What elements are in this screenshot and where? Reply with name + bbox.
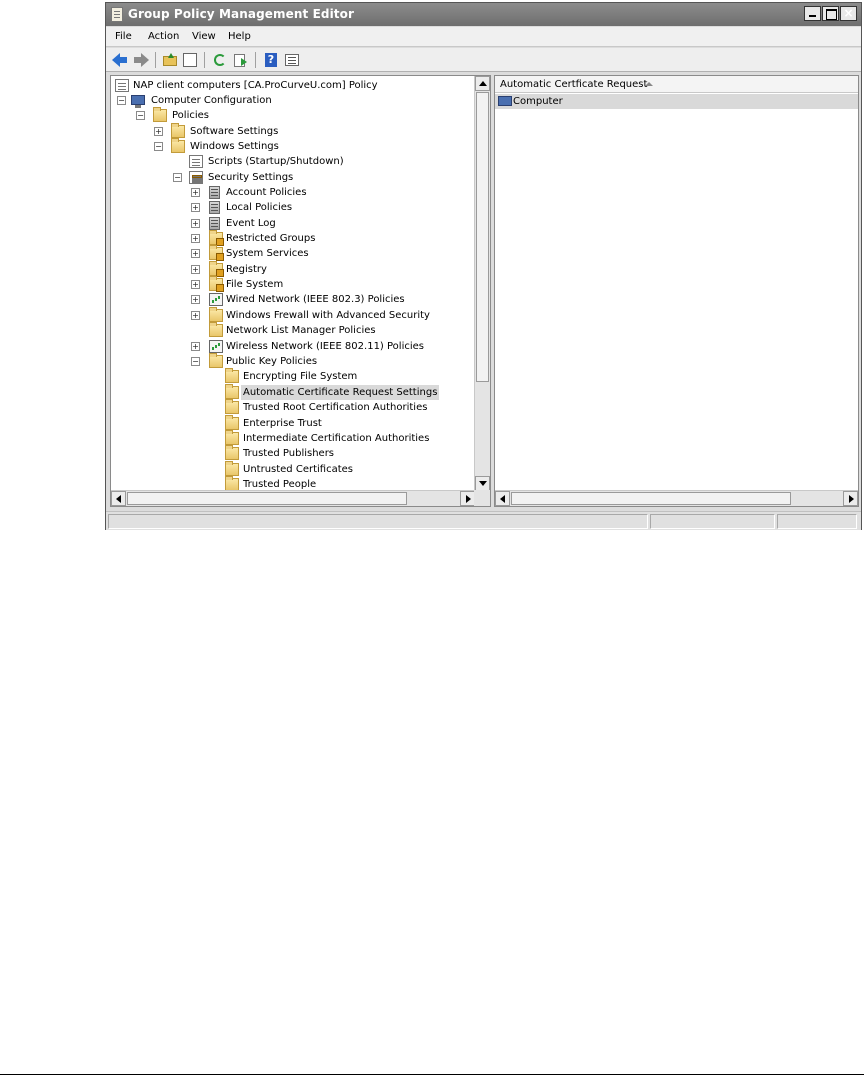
tree-horizontal-scrollbar[interactable]	[111, 490, 475, 506]
selected-tree-label: Automatic Certificate Request Settings	[241, 385, 440, 400]
page-bottom-rule	[0, 1074, 864, 1075]
show-hide-console-tree-icon[interactable]	[182, 52, 198, 68]
expand-icon[interactable]: +	[191, 311, 200, 320]
help-icon[interactable]: ?	[263, 52, 279, 68]
back-icon[interactable]	[112, 52, 128, 68]
folder-icon	[225, 430, 239, 445]
menu-bar: File Action View Help	[106, 27, 861, 47]
scroll-thumb[interactable]	[127, 492, 407, 505]
toolbar-separator	[155, 52, 156, 68]
wireless-network-icon	[209, 340, 223, 353]
scroll-up-icon[interactable]	[475, 76, 490, 91]
properties-icon[interactable]	[284, 52, 300, 68]
folder-icon	[209, 307, 223, 322]
computer-icon	[498, 96, 512, 106]
export-list-icon[interactable]	[233, 52, 249, 68]
folder-icon	[225, 461, 239, 476]
console-tree: NAP client computers [CA.ProCurveU.com] …	[111, 76, 475, 491]
list-item[interactable]: Computer	[495, 94, 858, 109]
folder-icon	[225, 415, 239, 430]
script-document-icon	[189, 155, 203, 168]
maximize-button[interactable]	[822, 6, 839, 21]
policy-settings-icon	[209, 186, 220, 199]
security-settings-icon	[189, 171, 203, 184]
expand-icon[interactable]: +	[154, 127, 163, 136]
expand-icon[interactable]: +	[191, 219, 200, 228]
expand-icon[interactable]: +	[191, 249, 200, 258]
scroll-thumb[interactable]	[476, 92, 489, 382]
locked-folder-icon	[209, 261, 224, 277]
status-panel-main	[108, 514, 648, 529]
window-controls: ×	[804, 6, 857, 21]
status-panel-3	[777, 514, 857, 529]
close-button[interactable]: ×	[840, 6, 857, 21]
scrollbar-corner	[474, 490, 490, 506]
locked-folder-icon	[209, 245, 224, 261]
folder-icon	[225, 399, 239, 414]
sort-ascending-icon	[645, 82, 653, 86]
folder-icon	[153, 107, 167, 122]
expand-icon[interactable]: +	[191, 280, 200, 289]
toolbar-separator	[204, 52, 205, 68]
scroll-thumb[interactable]	[511, 492, 791, 505]
refresh-icon[interactable]	[212, 52, 228, 68]
expand-icon[interactable]: +	[191, 188, 200, 197]
column-header[interactable]: Automatic Certficate Request	[495, 76, 858, 93]
result-pane: Automatic Certficate Request Computer	[494, 75, 859, 507]
collapse-icon[interactable]: −	[117, 96, 126, 105]
policy-settings-icon	[209, 201, 220, 214]
folder-icon	[209, 353, 223, 368]
folder-icon	[209, 322, 223, 337]
folder-icon	[171, 123, 185, 138]
scroll-right-icon[interactable]	[843, 491, 858, 506]
folder-icon	[225, 368, 239, 383]
status-panel-2	[650, 514, 775, 529]
toolbar: ?	[106, 48, 861, 72]
computer-icon	[131, 95, 145, 108]
collapse-icon[interactable]: −	[191, 357, 200, 366]
expand-icon[interactable]: +	[191, 295, 200, 304]
scroll-left-icon[interactable]	[495, 491, 510, 506]
menu-view[interactable]: View	[192, 31, 216, 42]
menu-file[interactable]: File	[115, 31, 132, 42]
toolbar-separator	[255, 52, 256, 68]
expand-icon[interactable]: +	[191, 203, 200, 212]
expand-icon[interactable]: +	[191, 234, 200, 243]
forward-icon[interactable]	[133, 52, 149, 68]
result-horizontal-scrollbar[interactable]	[495, 490, 858, 506]
main-window: Group Policy Management Editor × File Ac…	[105, 2, 862, 530]
gpo-editor-icon	[111, 7, 123, 22]
menu-help[interactable]: Help	[228, 31, 251, 42]
expand-icon[interactable]: +	[191, 265, 200, 274]
window-title: Group Policy Management Editor	[128, 7, 355, 21]
locked-folder-icon	[209, 230, 224, 246]
folder-icon	[171, 138, 185, 153]
expand-icon[interactable]: +	[191, 342, 200, 351]
policy-document-icon	[115, 79, 129, 92]
up-one-level-icon[interactable]	[162, 52, 178, 68]
collapse-icon[interactable]: −	[173, 173, 182, 182]
title-bar[interactable]: Group Policy Management Editor ×	[106, 3, 861, 26]
collapse-icon[interactable]: −	[154, 142, 163, 151]
folder-icon	[225, 384, 239, 399]
minimize-button[interactable]	[804, 6, 821, 21]
tree-vertical-scrollbar[interactable]	[474, 76, 490, 491]
collapse-icon[interactable]: −	[136, 111, 145, 120]
status-bar	[106, 511, 861, 530]
menu-action[interactable]: Action	[148, 31, 179, 42]
locked-folder-icon	[209, 276, 224, 292]
scroll-left-icon[interactable]	[111, 491, 126, 506]
scroll-down-icon[interactable]	[475, 476, 490, 491]
scroll-right-icon[interactable]	[460, 491, 475, 506]
network-policy-icon	[209, 293, 223, 306]
folder-icon	[225, 445, 239, 460]
policy-settings-icon	[209, 217, 220, 230]
console-tree-pane: NAP client computers [CA.ProCurveU.com] …	[110, 75, 491, 507]
